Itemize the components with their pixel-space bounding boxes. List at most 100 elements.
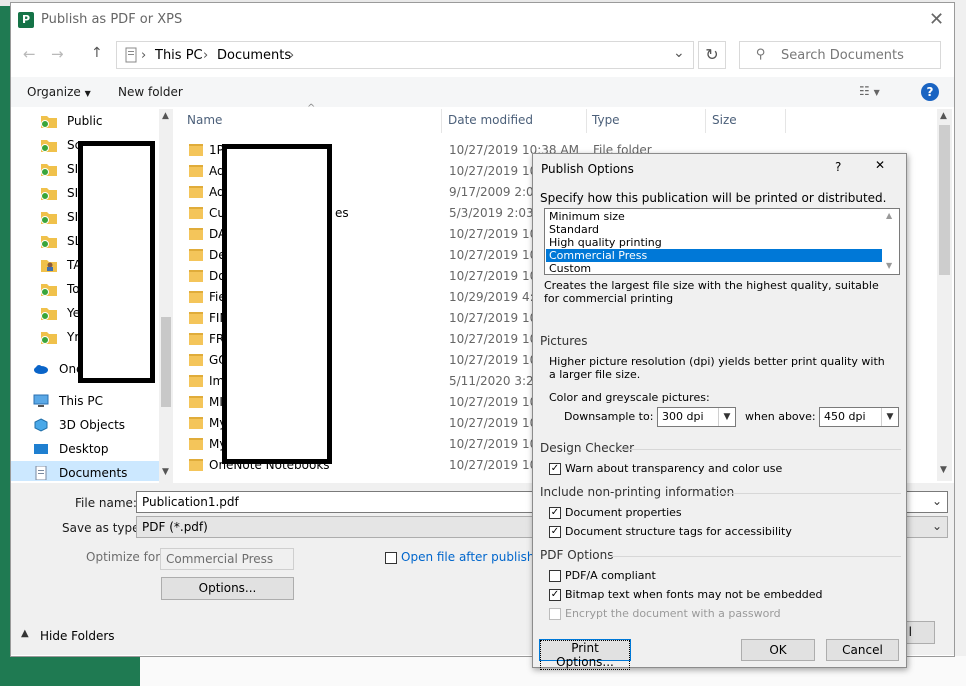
color-greyscale-label: Color and greyscale pictures:: [549, 391, 710, 404]
folder-sync-icon: [41, 138, 57, 152]
nav-item-label: Documents: [59, 466, 128, 480]
folder-icon: [189, 396, 203, 408]
chevron-down-icon[interactable]: ⌄: [932, 494, 942, 508]
intro-text: Specify how this publication will be pri…: [540, 191, 887, 205]
file-name-label: File name:: [75, 496, 137, 510]
hide-folders-button[interactable]: Hide Folders: [40, 629, 115, 643]
save-as-type-label: Save as type:: [62, 521, 144, 535]
folder-icon: [189, 165, 203, 177]
warn-transparency-label[interactable]: Warn about transparency and color use: [565, 462, 782, 475]
column-divider: [441, 109, 442, 133]
close-icon[interactable]: ✕: [875, 158, 885, 172]
breadcrumb-this-pc[interactable]: This PC: [155, 48, 203, 63]
desktop-icon: [33, 442, 49, 456]
pictures-description: Higher picture resolution (dpi) yields b…: [549, 355, 885, 381]
back-arrow-icon[interactable]: ←: [23, 45, 36, 63]
address-bar[interactable]: › This PC › Documents › ⌄: [116, 41, 694, 69]
organize-button[interactable]: Organize ▼: [27, 85, 91, 99]
publisher-app-icon: P: [18, 12, 34, 28]
bitmap-text-checkbox[interactable]: ✓: [549, 589, 561, 601]
document-properties-label[interactable]: Document properties: [565, 506, 682, 519]
pdf-options-heading: PDF Options: [540, 548, 614, 562]
publish-mode-option[interactable]: High quality printing: [546, 236, 882, 249]
listbox-scrollbar[interactable]: ▲ ▼: [882, 209, 899, 274]
publish-mode-option[interactable]: Standard: [546, 223, 882, 236]
folder-icon: [189, 291, 203, 303]
close-icon[interactable]: ✕: [929, 9, 944, 30]
publish-mode-option[interactable]: Commercial Press: [546, 249, 882, 262]
folder-icon: [189, 312, 203, 324]
redaction-box: [222, 144, 332, 464]
document-structure-checkbox[interactable]: ✓: [549, 526, 561, 538]
warn-transparency-checkbox[interactable]: ✓: [549, 463, 561, 475]
section-divider: [611, 556, 901, 557]
column-date-modified[interactable]: Date modified: [448, 113, 533, 127]
folder-sync-icon: [41, 306, 57, 320]
dropdown-caret-icon: ▼: [84, 89, 91, 98]
publish-mode-listbox[interactable]: Minimum size Standard High quality printin…: [544, 208, 900, 275]
toolbar: Organize ▼ New folder ☷ ▼: [11, 77, 954, 107]
column-size[interactable]: Size: [712, 113, 737, 127]
nav-scrollbar[interactable]: ▲ ▼: [159, 109, 173, 483]
folder-sync-icon: [41, 282, 57, 296]
search-box[interactable]: ⚲ Search Documents: [739, 41, 941, 69]
chevron-up-icon[interactable]: ▲: [21, 628, 29, 639]
redaction-box: [78, 141, 155, 383]
non-printing-heading: Include non-printing information: [540, 485, 735, 499]
publish-mode-option[interactable]: Custom: [546, 262, 882, 275]
folder-sync-icon: [41, 186, 57, 200]
nav-item-label: 3D Objects: [59, 418, 126, 432]
nav-item-label: Public: [67, 114, 103, 128]
folder-sync-icon: [41, 114, 57, 128]
chevron-down-icon[interactable]: ⌄: [932, 519, 942, 533]
print-options-button[interactable]: Print Options...: [539, 639, 631, 670]
section-divider: [715, 493, 901, 494]
scroll-down-icon: ▼: [940, 465, 947, 475]
pdfa-label[interactable]: PDF/A compliant: [565, 569, 656, 582]
chevron-down-icon[interactable]: ⌄: [673, 45, 685, 61]
help-icon[interactable]: ?: [921, 83, 939, 101]
help-icon[interactable]: ?: [835, 160, 841, 174]
open-after-publishing-checkbox[interactable]: [385, 552, 397, 564]
new-folder-button[interactable]: New folder: [118, 85, 183, 99]
document-structure-label[interactable]: Document structure tags for accessibilit…: [565, 525, 792, 538]
folder-sync-icon: [41, 162, 57, 176]
document-icon: [33, 465, 49, 481]
chevron-right-icon: ›: [289, 48, 295, 63]
optimize-for-field: Commercial Press: [160, 548, 294, 570]
scroll-down-icon: ▼: [886, 261, 893, 270]
downsample-dropdown[interactable]: 300 dpi ▼: [657, 407, 736, 427]
cancel-button[interactable]: Cancel: [826, 639, 899, 661]
design-checker-heading: Design Checker: [540, 441, 635, 455]
chevron-right-icon: ›: [141, 48, 147, 63]
file-list-scrollbar[interactable]: ▲ ▼: [937, 109, 952, 481]
folder-icon: [189, 417, 203, 429]
computer-icon: [33, 394, 49, 408]
chevron-down-icon: ▼: [718, 408, 735, 426]
folder-icon: [189, 228, 203, 240]
publish-mode-option[interactable]: Minimum size: [546, 210, 882, 223]
open-after-publishing-label[interactable]: Open file after publishing: [401, 550, 553, 564]
refresh-icon[interactable]: ↻: [698, 41, 726, 69]
search-placeholder: Search Documents: [781, 48, 904, 63]
view-options-icon[interactable]: ☷ ▼: [859, 84, 880, 98]
nav-item-label: This PC: [59, 394, 103, 408]
encrypt-label: Encrypt the document with a password: [565, 607, 781, 620]
folder-icon: [189, 249, 203, 261]
column-type[interactable]: Type: [592, 113, 620, 127]
bitmap-text-label[interactable]: Bitmap text when fonts may not be embedd…: [565, 588, 823, 601]
document-properties-checkbox[interactable]: ✓: [549, 507, 561, 519]
folder-icon: [189, 333, 203, 345]
when-above-dropdown[interactable]: 450 dpi ▼: [819, 407, 899, 427]
section-divider: [619, 449, 901, 450]
title-bar: P Publish as PDF or XPS ✕: [11, 3, 954, 35]
ok-button[interactable]: OK: [741, 639, 815, 661]
pdfa-checkbox[interactable]: [549, 570, 561, 582]
folder-sync-icon: [41, 330, 57, 344]
options-button[interactable]: Options...: [161, 577, 294, 600]
up-arrow-icon[interactable]: ↑: [91, 45, 103, 61]
breadcrumb-documents[interactable]: Documents: [217, 48, 291, 63]
forward-arrow-icon[interactable]: →: [51, 45, 64, 63]
scroll-up-icon: ▲: [162, 111, 169, 121]
column-name[interactable]: Name: [187, 113, 222, 127]
